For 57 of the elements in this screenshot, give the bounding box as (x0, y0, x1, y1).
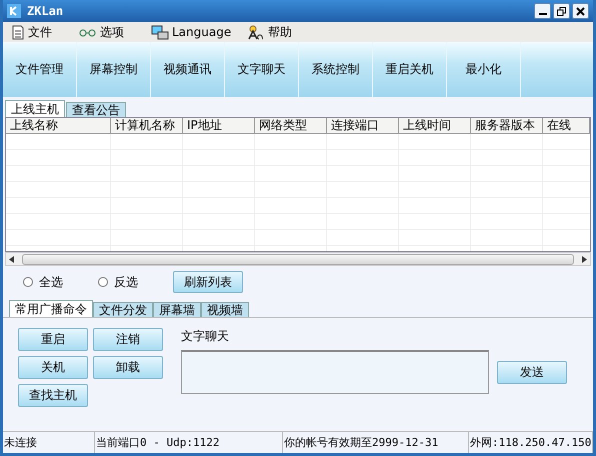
tab[interactable]: 视频墙 (201, 302, 249, 317)
computer-icon (151, 24, 169, 40)
command-button[interactable]: 卸载 (93, 356, 163, 379)
close-button[interactable] (572, 3, 589, 19)
column-header[interactable]: 上线名称 (6, 118, 111, 134)
close-icon (576, 6, 585, 16)
command-button[interactable]: 注销 (93, 328, 163, 351)
command-button[interactable]: 关机 (18, 356, 88, 379)
toolbar-button[interactable]: 系统控制 (299, 42, 373, 97)
radio-label: 反选 (114, 274, 138, 290)
toolbar-button[interactable]: 屏幕控制 (77, 42, 151, 97)
column-header[interactable]: 计算机名称 (111, 118, 183, 134)
status-text: 外网:118.250.47.150 (469, 432, 593, 453)
status-text: 未连接 (3, 432, 95, 453)
menu-item[interactable]: 文件 (28, 24, 52, 40)
horizontal-scrollbar[interactable] (5, 252, 591, 266)
toolbar-button[interactable]: 文件管理 (3, 42, 77, 97)
menu-item[interactable]: 选项 (100, 24, 124, 40)
tab[interactable]: 文件分发 (93, 302, 153, 317)
menu-item[interactable]: Language (172, 25, 232, 39)
window-title: ZKLan (27, 4, 64, 18)
radio-button[interactable] (98, 277, 108, 287)
status-text: 你的帐号有效期至2999-12-31 (283, 432, 469, 453)
tab[interactable]: 上线主机 (5, 100, 65, 117)
column-header[interactable]: IP地址 (183, 118, 255, 134)
column-header[interactable]: 网络类型 (255, 118, 327, 134)
menu-item[interactable]: 帮助 (268, 24, 292, 40)
glasses-icon (79, 27, 97, 37)
restore-button[interactable] (553, 3, 570, 19)
column-header[interactable]: 连接端口 (327, 118, 399, 134)
status-text: 当前端口0 - Udp:1122 (95, 432, 283, 453)
radio-label: 全选 (39, 274, 63, 290)
command-button[interactable]: 重启 (18, 328, 88, 351)
tab[interactable]: 屏幕墙 (153, 302, 201, 317)
command-button[interactable]: 查找主机 (18, 384, 88, 407)
toolbar-button[interactable]: 视频通讯 (151, 42, 225, 97)
font-key-icon (247, 24, 265, 40)
radio-button[interactable] (23, 277, 33, 287)
scroll-left-icon (9, 256, 14, 262)
toolbar-button[interactable]: 重启关机 (373, 42, 447, 97)
column-header[interactable]: 上线时间 (399, 118, 471, 134)
scroll-thumb[interactable] (22, 254, 574, 264)
scroll-right-icon (582, 256, 587, 262)
app-logo-icon (7, 4, 21, 18)
restore-icon (557, 6, 566, 16)
minimize-button[interactable] (534, 3, 551, 19)
column-header[interactable]: 服务器版本 (471, 118, 543, 134)
send-button[interactable]: 发送 (497, 360, 567, 384)
toolbar-button[interactable]: 最小化 (447, 42, 521, 97)
column-header[interactable]: 在线 (543, 118, 590, 134)
refresh-button[interactable]: 刷新列表 (173, 271, 243, 293)
chat-label: 文字聊天 (181, 328, 230, 345)
tab[interactable]: 查看公告 (66, 102, 126, 117)
toolbar-button[interactable]: 文字聊天 (225, 42, 299, 97)
chat-input-field[interactable] (181, 350, 489, 394)
document-icon (11, 24, 25, 40)
tab[interactable]: 常用广播命令 (9, 300, 93, 317)
